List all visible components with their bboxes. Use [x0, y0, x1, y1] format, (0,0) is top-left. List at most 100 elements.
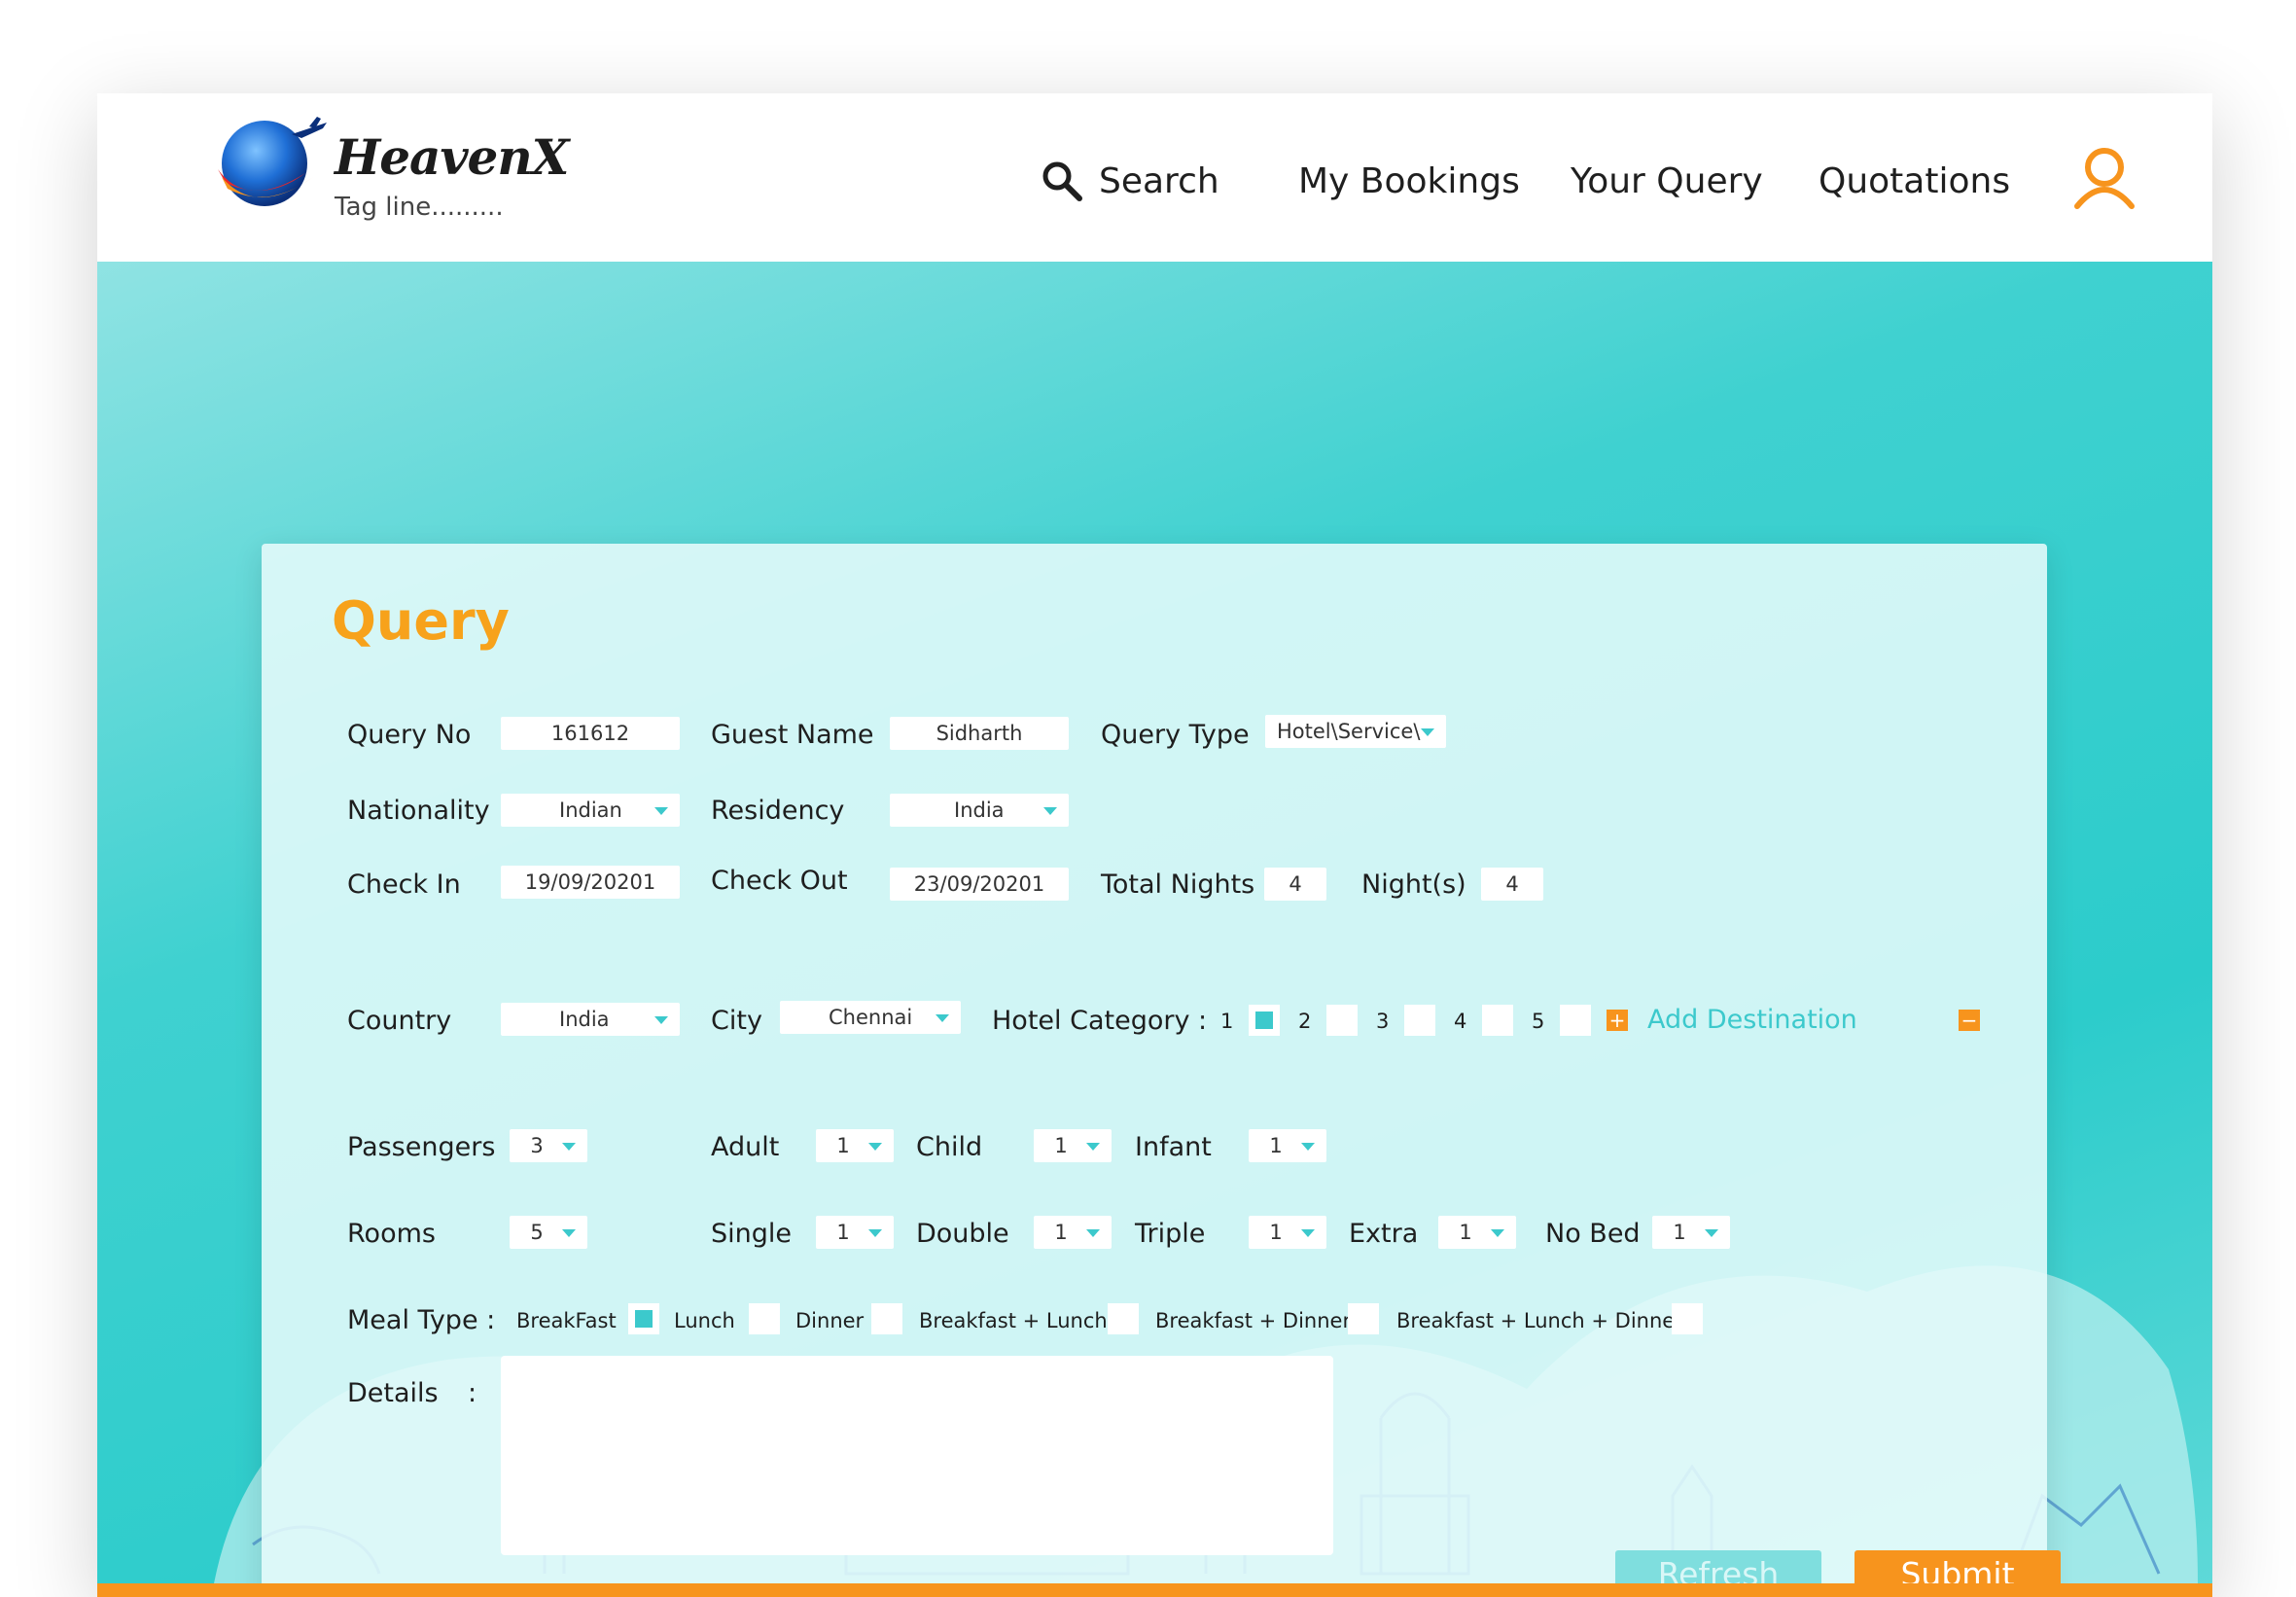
meal-dinner-checkbox[interactable] [871, 1303, 902, 1334]
nights-label: Night(s) [1361, 869, 1466, 900]
meal-breakfast-lunch-dinner-label: Breakfast + Lunch + Dinner [1396, 1309, 1683, 1332]
meal-breakfast-checkbox[interactable] [628, 1303, 659, 1334]
add-destination-link[interactable]: Add Destination [1647, 1005, 1857, 1035]
guest-name-label: Guest Name [711, 720, 874, 750]
nav-search[interactable]: Search [1041, 152, 1219, 210]
query-type-value: Hotel\Service\ [1277, 720, 1421, 743]
infant-label: Infant [1135, 1132, 1212, 1162]
nights-field[interactable]: 4 [1481, 868, 1543, 901]
chevron-down-icon [1043, 807, 1057, 815]
hotel-category-4-checkbox[interactable] [1482, 1005, 1513, 1036]
globe-plane-icon [218, 117, 327, 206]
search-icon [1042, 161, 1082, 201]
hotel-category-5-checkbox[interactable] [1560, 1005, 1591, 1036]
app-window: HeavenX Tag line......... Search My Book… [97, 93, 2212, 1597]
hotel-category-3-checkbox[interactable] [1404, 1005, 1435, 1036]
brand-logo[interactable]: HeavenX Tag line......... [208, 113, 569, 230]
residency-select[interactable]: India [890, 794, 1069, 827]
adult-label: Adult [711, 1132, 780, 1162]
meal-breakfast-lunch-dinner-checkbox[interactable] [1672, 1303, 1703, 1334]
nationality-label: Nationality [347, 796, 490, 826]
nav-my-bookings[interactable]: My Bookings [1298, 152, 1520, 210]
query-type-label: Query Type [1101, 720, 1250, 750]
chevron-down-icon [936, 1014, 949, 1022]
meal-lunch-label: Lunch [674, 1309, 735, 1332]
chevron-down-icon [654, 807, 668, 815]
infant-value: 1 [1269, 1134, 1283, 1157]
chevron-down-icon [654, 1016, 668, 1024]
chevron-down-icon [1491, 1229, 1504, 1237]
double-select[interactable]: 1 [1034, 1216, 1112, 1249]
extra-select[interactable]: 1 [1438, 1216, 1516, 1249]
guest-name-field[interactable]: Sidharth [890, 717, 1069, 750]
hotel-category-2-checkbox[interactable] [1326, 1005, 1358, 1036]
triple-value: 1 [1269, 1221, 1283, 1244]
triple-label: Triple [1135, 1219, 1206, 1249]
double-label: Double [916, 1219, 1009, 1249]
chevron-down-icon [868, 1229, 882, 1237]
details-textarea[interactable] [501, 1356, 1333, 1555]
page-title: Query [332, 590, 510, 652]
country-label: Country [347, 1006, 452, 1036]
passengers-select[interactable]: 3 [510, 1129, 587, 1162]
rooms-select[interactable]: 5 [510, 1216, 587, 1249]
check-out-label: Check Out [711, 866, 848, 896]
remove-destination-minus-icon[interactable]: − [1959, 1010, 1980, 1031]
hotel-category-1-label: 1 [1220, 1010, 1234, 1033]
check-in-field[interactable]: 19/09/20201 [501, 866, 680, 899]
nav-your-query[interactable]: Your Query [1571, 152, 1763, 210]
city-label: City [711, 1006, 762, 1036]
footer-accent-bar [97, 1583, 2212, 1597]
nationality-select[interactable]: Indian [501, 794, 680, 827]
meal-breakfast-lunch-label: Breakfast + Lunch [919, 1309, 1108, 1332]
nav-search-label: Search [1099, 160, 1219, 201]
query-form-card: Query Query No 161612 Guest Name Sidhart… [262, 544, 2061, 1597]
chevron-down-icon [562, 1229, 576, 1237]
triple-select[interactable]: 1 [1249, 1216, 1326, 1249]
add-destination-plus-icon[interactable]: + [1607, 1010, 1628, 1031]
country-value: India [559, 1008, 610, 1031]
residency-label: Residency [711, 796, 845, 826]
nav-quotations[interactable]: Quotations [1819, 152, 2010, 210]
child-select[interactable]: 1 [1034, 1129, 1112, 1162]
details-label: Details [347, 1378, 439, 1408]
infant-select[interactable]: 1 [1249, 1129, 1326, 1162]
country-select[interactable]: India [501, 1003, 680, 1036]
adult-select[interactable]: 1 [816, 1129, 894, 1162]
nationality-value: Indian [559, 798, 622, 822]
meal-breakfast-dinner-label: Breakfast + Dinner [1155, 1309, 1352, 1332]
meal-breakfast-dinner-checkbox[interactable] [1348, 1303, 1379, 1334]
check-out-field[interactable]: 23/09/20201 [890, 868, 1069, 901]
chevron-down-icon [1086, 1229, 1100, 1237]
single-select[interactable]: 1 [816, 1216, 894, 1249]
meal-breakfast-lunch-checkbox[interactable] [1108, 1303, 1139, 1334]
adult-value: 1 [836, 1134, 850, 1157]
meal-type-label: Meal Type : [347, 1305, 496, 1335]
query-no-label: Query No [347, 720, 472, 750]
passengers-value: 3 [530, 1134, 544, 1157]
meal-lunch-checkbox[interactable] [749, 1303, 780, 1334]
chevron-down-icon [1301, 1229, 1315, 1237]
no-bed-select[interactable]: 1 [1652, 1216, 1730, 1249]
total-nights-field[interactable]: 4 [1264, 868, 1326, 901]
extra-label: Extra [1349, 1219, 1419, 1249]
brand-name: HeavenX [335, 128, 569, 186]
chevron-down-icon [562, 1143, 576, 1151]
rooms-value: 5 [530, 1221, 544, 1244]
city-select[interactable]: Chennai [780, 1001, 961, 1034]
child-value: 1 [1054, 1134, 1068, 1157]
total-nights-label: Total Nights [1101, 869, 1255, 900]
details-colon: : [468, 1378, 477, 1408]
query-no-field[interactable]: 161612 [501, 717, 680, 750]
meal-dinner-label: Dinner [795, 1309, 865, 1332]
tagline: Tag line......... [335, 193, 504, 222]
user-profile-icon[interactable] [2071, 144, 2137, 210]
chevron-down-icon [1705, 1229, 1718, 1237]
chevron-down-icon [868, 1143, 882, 1151]
chevron-down-icon [1301, 1143, 1315, 1151]
query-type-select[interactable]: Hotel\Service\ [1265, 715, 1446, 748]
header: HeavenX Tag line......... Search My Book… [97, 93, 2212, 262]
hotel-category-1-checkbox[interactable] [1249, 1005, 1280, 1036]
child-label: Child [916, 1132, 983, 1162]
hotel-category-5-label: 5 [1532, 1010, 1545, 1033]
